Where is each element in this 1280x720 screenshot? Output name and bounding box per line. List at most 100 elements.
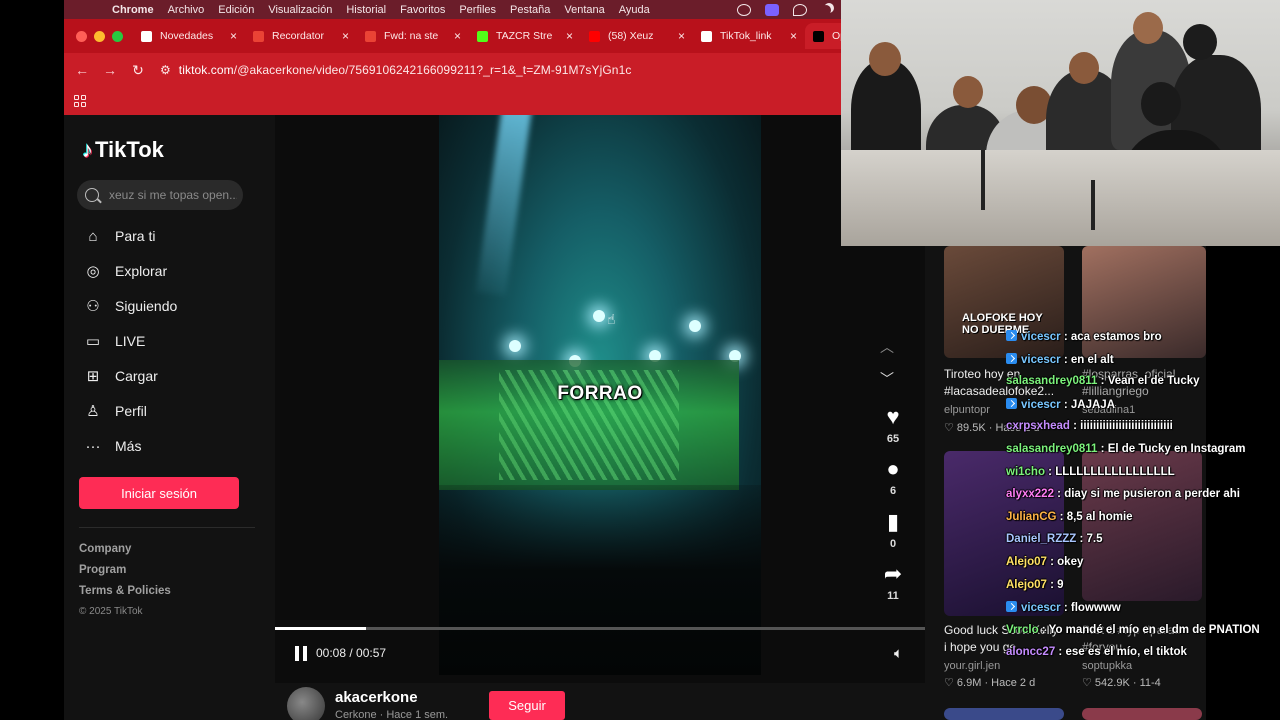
suggestion-thumbnail[interactable] — [1082, 708, 1202, 720]
chat-text: diay si me pusieron a perder ahi — [1064, 488, 1240, 501]
tab-favicon-icon — [253, 30, 264, 42]
chevron-up-icon[interactable]: ︿ — [880, 337, 894, 357]
menu-archivo[interactable]: Archivo — [168, 4, 205, 16]
url-host: tiktok.com — [178, 63, 234, 77]
moon-icon[interactable] — [821, 5, 831, 15]
sidebar-divider — [79, 527, 255, 528]
menu-ayuda[interactable]: Ayuda — [619, 4, 650, 16]
menu-perfiles[interactable]: Perfiles — [459, 4, 496, 16]
nav-label: Explorar — [115, 263, 168, 279]
screen-share-icon[interactable] — [765, 3, 779, 16]
share-count: 11 — [887, 590, 899, 602]
chat-text: okey — [1057, 556, 1084, 568]
browser-tab[interactable]: Fwd: na ste × — [357, 23, 469, 49]
search-icon — [85, 188, 99, 202]
copyright: © 2025 TikTok — [79, 606, 143, 617]
forward-icon[interactable]: → — [96, 62, 124, 78]
apps-grid-icon[interactable] — [74, 95, 86, 107]
chat-username: alyxx222 — [1006, 488, 1054, 501]
volume-icon[interactable]: 🔈︎ — [894, 645, 903, 662]
post-date: Hace 2 d — [991, 677, 1036, 689]
search-input[interactable] — [109, 188, 237, 202]
chat-username: Alejo07 — [1006, 556, 1047, 568]
close-tab-icon[interactable]: × — [342, 29, 349, 43]
chat-username: salasandrey0811 — [1006, 375, 1098, 388]
chat-username: vicescr — [1021, 331, 1061, 343]
browser-tab[interactable]: TikTok_link × — [693, 23, 805, 49]
nav-item-perfil[interactable]: ♙ Perfil — [84, 402, 147, 420]
comment-count: 6 — [889, 485, 897, 497]
close-tab-icon[interactable]: × — [678, 29, 685, 43]
close-window-button[interactable] — [76, 30, 87, 42]
nav-item-explorar[interactable]: ◎ Explorar — [84, 262, 167, 280]
nav-item-mas[interactable]: ··· Más — [84, 437, 142, 455]
suggestion-thumbnail[interactable] — [944, 708, 1064, 720]
login-button[interactable]: Iniciar sesión — [79, 477, 239, 509]
address-bar[interactable]: tiktok.com/@akacerkone/video/75691062421… — [179, 63, 632, 77]
chat-username: vicescr — [1021, 398, 1061, 411]
menu-visualizacion[interactable]: Visualización — [268, 4, 332, 16]
close-tab-icon[interactable]: × — [454, 29, 461, 43]
nav-item-siguiendo[interactable]: ⚇ Siguiendo — [84, 297, 177, 315]
tiktok-page: ♪ TikTok ⌂ Para ti ◎ Explorar ⚇ Siguiend… — [64, 115, 926, 720]
person-head — [1183, 24, 1217, 60]
zoom-window-button[interactable] — [112, 30, 123, 42]
site-settings-icon[interactable]: ⚙ — [160, 63, 171, 77]
menu-edicion[interactable]: Edición — [218, 4, 254, 16]
person-head — [1069, 52, 1099, 84]
menu-pestana[interactable]: Pestaña — [510, 4, 550, 16]
tiktok-logo[interactable]: ♪ TikTok — [82, 137, 164, 163]
suggestion-author[interactable]: your.girl.jen — [944, 660, 1000, 672]
suggestion-author[interactable]: elpuntopr — [944, 404, 990, 416]
avatar[interactable] — [287, 687, 325, 720]
chat-text: 8,5 al homie — [1066, 510, 1133, 523]
back-icon[interactable]: ← — [68, 62, 96, 78]
nav-item-para-ti[interactable]: ⌂ Para ti — [84, 227, 155, 245]
save-action[interactable]: ▮ 0 — [876, 509, 910, 550]
footer-link-terms[interactable]: Terms & Policies — [79, 585, 171, 597]
browser-tab[interactable]: TAZCR Stre × — [469, 23, 581, 49]
nav-item-live[interactable]: ▭ LIVE — [84, 332, 145, 350]
footer-link-company[interactable]: Company — [79, 543, 131, 555]
url-path: /@akacerkone/video/7569106242166099211?_… — [233, 63, 632, 77]
video-progress-fill — [275, 627, 366, 630]
close-tab-icon[interactable]: × — [566, 29, 573, 43]
menu-app[interactable]: Chrome — [112, 4, 154, 16]
browser-tab[interactable]: (58) Xeuz × — [581, 23, 693, 49]
pause-icon[interactable] — [295, 646, 307, 661]
extension-icon[interactable] — [737, 3, 751, 16]
bookmarks-bar — [64, 87, 841, 115]
chat-message: Alejo07 : okey — [1006, 556, 1084, 568]
like-action[interactable]: ♥ 65 — [876, 404, 910, 445]
author-handle[interactable]: akacerkone — [335, 689, 418, 706]
menu-historial[interactable]: Historial — [346, 4, 386, 16]
nav-label: LIVE — [115, 333, 146, 349]
video-frame[interactable]: FORRAO ☝ — [439, 115, 761, 675]
nav-label: Siguiendo — [115, 298, 178, 314]
music-icon[interactable] — [793, 3, 807, 16]
nav-item-cargar[interactable]: ⊞ Cargar — [84, 367, 158, 385]
views-count: 89.5K — [956, 422, 986, 434]
close-tab-icon[interactable]: × — [230, 29, 237, 43]
chevron-down-icon[interactable]: ﹀ — [880, 369, 894, 389]
menu-ventana[interactable]: Ventana — [564, 4, 604, 16]
menu-favoritos[interactable]: Favoritos — [400, 4, 445, 16]
more-icon: ··· — [85, 437, 101, 455]
chat-message: vicescr : aca estamos bro — [1006, 330, 1162, 343]
follow-button[interactable]: Seguir — [489, 691, 565, 720]
browser-tab[interactable]: Novedades × — [133, 23, 245, 49]
tab-label: Novedades — [160, 30, 214, 42]
comment-action[interactable]: ● 6 — [876, 456, 910, 497]
chat-message: vicescr : JAJAJA — [1006, 397, 1115, 411]
chat-username: wi1cho — [1006, 465, 1045, 478]
reload-icon[interactable]: ↻ — [124, 62, 152, 79]
video-progress-bar[interactable] — [275, 627, 925, 630]
browser-tab[interactable]: Recordator × — [245, 23, 357, 49]
footer-link-program[interactable]: Program — [79, 564, 126, 576]
share-action[interactable]: ➦ 11 — [876, 561, 910, 602]
video-player[interactable]: FORRAO ☝ 00:08 / 00:57 🔈︎ — [275, 115, 925, 683]
bookmark-icon: ▮ — [886, 509, 900, 534]
minimize-window-button[interactable] — [94, 30, 105, 42]
close-tab-icon[interactable]: × — [790, 29, 797, 43]
chat-message: JulianCG : 8,5 al homie — [1006, 510, 1133, 523]
